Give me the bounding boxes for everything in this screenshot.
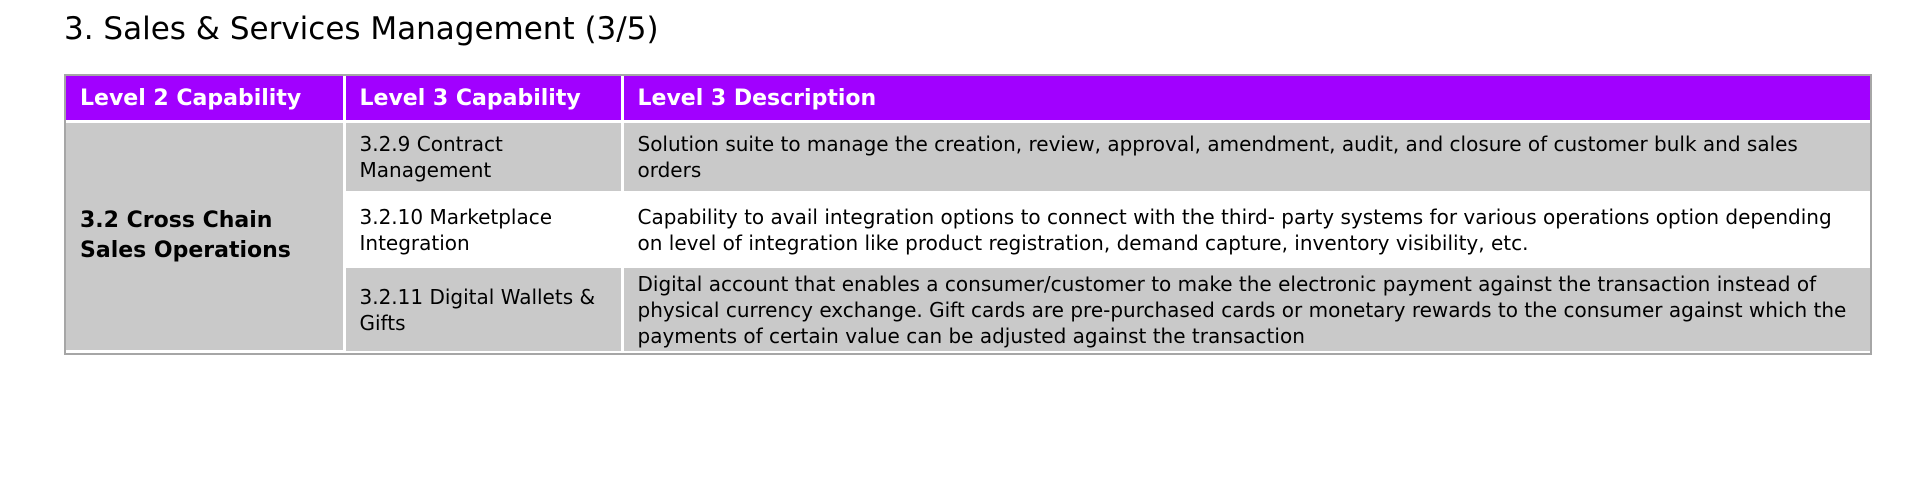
header-level3-description: Level 3 Description [620, 76, 1870, 123]
level2-capability-cell: 3.2 Cross Chain Sales Operations [66, 121, 344, 353]
table-body: 3.2 Cross Chain Sales Operations 3.2.9 C… [66, 121, 1870, 353]
header-row: Level 2 Capability Level 3 Capability Le… [66, 76, 1870, 123]
level3-capability-cell: 3.2.9 Contract Management [342, 121, 622, 194]
level3-capability-cell: 3.2.10 Marketplace Integration [342, 192, 622, 268]
capability-table: Level 2 Capability Level 3 Capability Le… [64, 74, 1872, 355]
header-level3-capability: Level 3 Capability [342, 76, 622, 123]
level3-description-cell: Digital account that enables a consumer/… [620, 266, 1870, 351]
level3-description-cell: Solution suite to manage the creation, r… [620, 121, 1870, 194]
table-header: Level 2 Capability Level 3 Capability Le… [66, 76, 1870, 123]
level3-capability-cell: 3.2.11 Digital Wallets & Gifts [342, 266, 622, 351]
table-row: 3.2 Cross Chain Sales Operations 3.2.9 C… [66, 121, 1870, 353]
level3-description-cell: Capability to avail integration options … [620, 192, 1870, 268]
header-level2-capability: Level 2 Capability [66, 76, 344, 123]
page-title: 3. Sales & Services Management (3/5) [64, 11, 659, 47]
